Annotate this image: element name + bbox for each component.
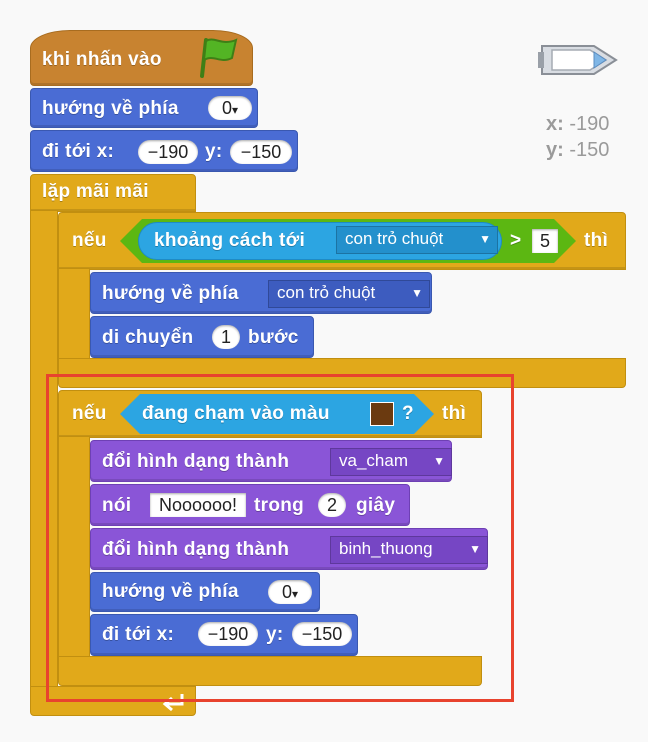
sprite-x-label: x: [546,113,564,135]
point-towards-dropdown[interactable]: con trỏ chuột ▼ [268,280,430,308]
go-to-y-label: y: [205,141,223,162]
green-flag-icon [200,38,238,78]
distance-to-label: khoảng cách tới [154,230,306,251]
goto-y-input[interactable]: −150 [230,140,292,164]
chevron-down-icon: ▾ [231,103,239,117]
compare-value-input[interactable]: 5 [532,229,558,253]
sprite-x-info: x: -190 [546,113,609,136]
if1-then-label: thì [584,230,609,251]
point-towards-label: hướng về phía [102,283,239,304]
dropdown-arrow-icon: ▼ [479,232,491,246]
move-unit-label: bước [248,327,299,348]
sprite-y-value: -150 [569,139,610,161]
distance-target-dropdown[interactable]: con trỏ chuột ▼ [336,226,498,254]
dropdown-arrow-icon: ▼ [411,286,423,300]
direction-value: 0 [221,98,232,118]
greater-than-sign: > [510,230,522,251]
move-label: di chuyển [102,327,194,348]
sprite-boat-icon [538,45,618,75]
sprite-x-value: -190 [569,113,610,135]
direction-input[interactable]: 0▾ [208,96,252,120]
point-towards-value: con trỏ chuột [277,283,376,302]
if1-arm [58,268,90,364]
go-to-x-label: đi tới x: [42,141,115,162]
goto-x-input[interactable]: −190 [138,140,198,164]
sprite-y-info: y: -150 [546,139,609,162]
if1-label: nếu [72,230,107,251]
distance-target-value: con trỏ chuột [345,229,444,248]
sprite-y-label: y: [546,139,570,161]
forever-label: lặp mãi mãi [42,181,149,202]
point-direction-label: hướng về phía [42,98,179,119]
highlight-box [46,374,514,702]
move-steps-input[interactable]: 1 [212,325,240,349]
when-flag-label: khi nhấn vào [42,49,162,70]
